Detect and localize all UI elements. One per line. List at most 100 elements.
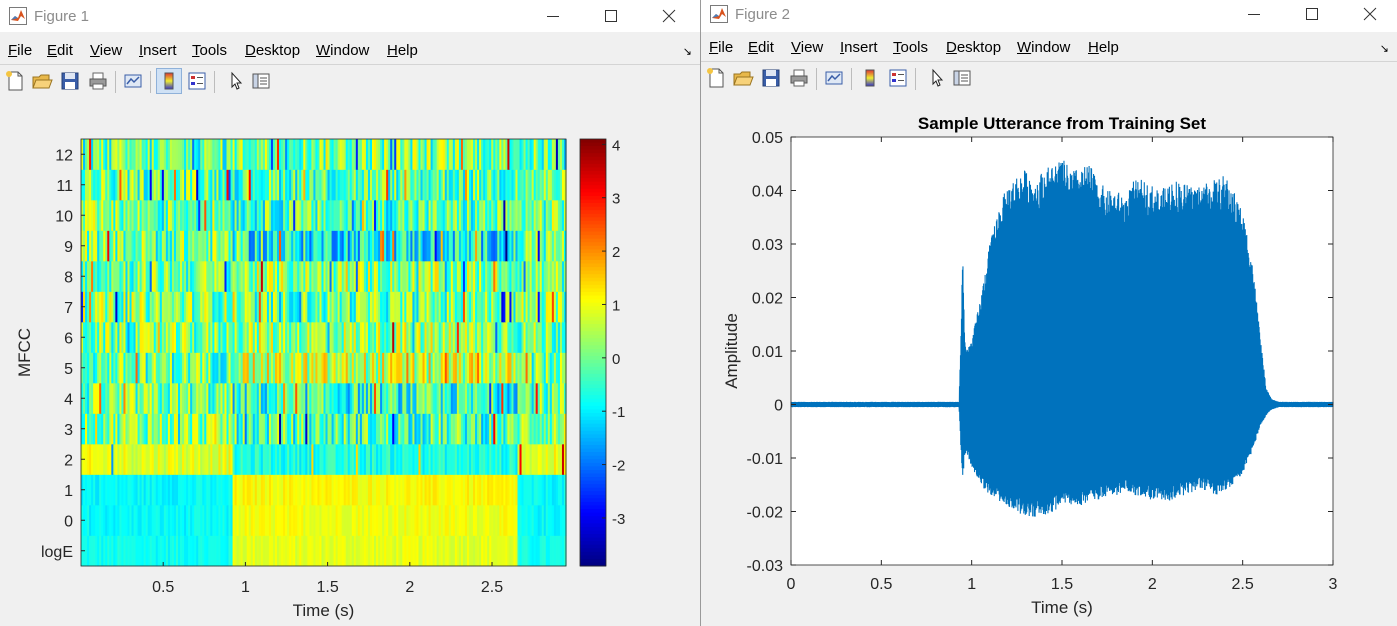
colorbar-segment	[580, 210, 606, 215]
colorbar-segment	[580, 416, 606, 421]
menu-file[interactable]: File	[709, 39, 733, 56]
new-figure-button[interactable]	[4, 70, 26, 92]
colorbar-segment	[580, 373, 606, 378]
menu-label-rest: esktop	[255, 42, 301, 59]
print-button[interactable]	[87, 70, 109, 92]
minimize-icon[interactable]	[1242, 2, 1266, 26]
menu-file[interactable]: File	[8, 42, 32, 59]
colorbar-tick-label: 2	[612, 244, 620, 261]
title-bar[interactable]: Figure 2	[701, 0, 1397, 32]
colorbar-segment	[580, 384, 606, 389]
open-file-button[interactable]	[31, 70, 53, 92]
link-plot-button[interactable]	[823, 67, 845, 89]
colorbar-segment	[580, 427, 606, 432]
link-plot-icon	[124, 74, 142, 88]
toolbar-separator	[115, 71, 116, 93]
save-button[interactable]	[59, 70, 81, 92]
colorbar-button[interactable]	[859, 67, 881, 89]
colorbar-segment	[580, 558, 606, 563]
save-icon	[762, 69, 780, 87]
y-tick-label: 11	[56, 178, 73, 195]
window-title: Figure 2	[735, 6, 791, 23]
pointer-button[interactable]	[926, 67, 948, 89]
colorbar-segment	[580, 181, 606, 186]
colorbar-segment	[580, 423, 606, 428]
menu-label-rest: esktop	[956, 39, 1002, 56]
open-file-button[interactable]	[732, 67, 754, 89]
legend-button[interactable]	[887, 67, 909, 89]
menu-mnemonic: V	[90, 42, 100, 59]
property-editor-icon	[953, 70, 971, 86]
y-tick-label: -0.03	[747, 558, 784, 575]
x-tick-label: 1	[241, 579, 250, 596]
colorbar-segment	[580, 299, 606, 304]
colorbar-segment	[580, 377, 606, 382]
colorbar-segment	[580, 405, 606, 410]
menu-help[interactable]: Help	[387, 42, 418, 59]
colorbar-tick-label: -2	[612, 458, 625, 475]
y-tick-label: 6	[64, 330, 73, 347]
save-button[interactable]	[760, 67, 782, 89]
y-tick-label: 7	[64, 300, 73, 317]
print-button[interactable]	[788, 67, 810, 89]
colorbar-segment	[580, 231, 606, 236]
colorbar-segment	[580, 217, 606, 222]
menu-insert[interactable]: Insert	[840, 39, 878, 56]
colorbar-segment	[580, 551, 606, 556]
legend-button[interactable]	[186, 70, 208, 92]
dock-arrow-icon[interactable]: ↘	[1380, 42, 1389, 55]
pointer-button[interactable]	[225, 70, 247, 92]
colorbar-button[interactable]	[156, 68, 182, 94]
colorbar-segment	[580, 505, 606, 510]
menu-window[interactable]: Window	[316, 42, 369, 59]
figure-toolbar	[0, 64, 700, 100]
property-editor-button[interactable]	[951, 67, 973, 89]
menu-desktop[interactable]: Desktop	[245, 42, 300, 59]
menu-edit[interactable]: Edit	[47, 42, 73, 59]
link-plot-button[interactable]	[122, 70, 144, 92]
menu-insert[interactable]: Insert	[139, 42, 177, 59]
colorbar-segment	[580, 242, 606, 247]
colorbar-segment	[580, 192, 606, 197]
colorbar-segment	[580, 466, 606, 471]
menu-mnemonic: E	[748, 39, 759, 56]
title-bar[interactable]: Figure 1	[0, 0, 700, 32]
minimize-icon[interactable]	[541, 4, 565, 28]
colorbar-segment	[580, 292, 606, 297]
close-icon[interactable]	[1358, 2, 1382, 26]
menu-view[interactable]: View	[90, 42, 122, 59]
x-tick-label: 1	[967, 576, 976, 593]
menu-window[interactable]: Window	[1017, 39, 1070, 56]
new-figure-button[interactable]	[705, 67, 727, 89]
close-icon[interactable]	[657, 4, 681, 28]
dock-arrow-icon[interactable]: ↘	[683, 45, 692, 58]
menu-tools[interactable]: Tools	[893, 39, 928, 56]
maximize-icon[interactable]	[1300, 2, 1324, 26]
colorbar-segment	[580, 252, 606, 257]
menu-mnemonic: F	[8, 42, 18, 59]
menu-view[interactable]: View	[791, 39, 823, 56]
maximize-icon[interactable]	[599, 4, 623, 28]
menu-tools[interactable]: Tools	[192, 42, 227, 59]
menu-edit[interactable]: Edit	[748, 39, 774, 56]
print-icon	[89, 72, 107, 90]
menu-label-rest: dit	[758, 39, 774, 56]
menu-bar: File Edit View Insert Tools Desktop Window Help…	[701, 36, 1397, 60]
colorbar-segment	[580, 469, 606, 474]
menu-mnemonic: D	[946, 39, 957, 56]
menu-mnemonic: T	[192, 42, 200, 59]
colorbar-segment	[580, 238, 606, 243]
colorbar-segment	[580, 274, 606, 279]
y-tick-label: 0.03	[752, 237, 783, 254]
property-editor-button[interactable]	[250, 70, 272, 92]
colorbar-segment	[580, 139, 606, 144]
y-axis-label: Amplitude	[722, 313, 741, 389]
link-plot-icon	[825, 71, 843, 85]
colorbar-segment	[580, 306, 606, 311]
menu-label-rest: ools	[199, 42, 228, 59]
colorbar-tick-label: -3	[612, 511, 625, 528]
colorbar-segment	[580, 220, 606, 225]
x-tick-label: 0.5	[870, 576, 892, 593]
menu-help[interactable]: Help	[1088, 39, 1119, 56]
menu-desktop[interactable]: Desktop	[946, 39, 1001, 56]
